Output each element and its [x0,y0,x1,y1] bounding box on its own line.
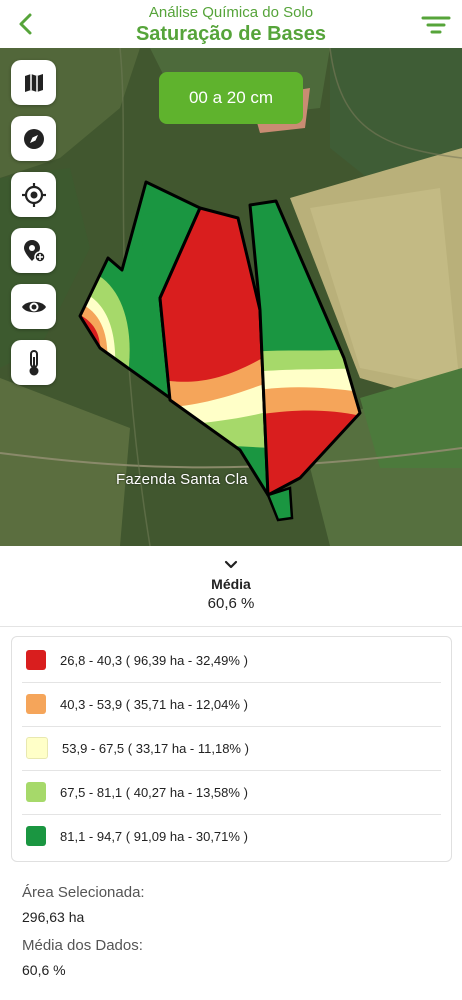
filter-menu-icon [421,16,451,34]
compass-button[interactable] [11,116,56,161]
map-layers-button[interactable] [11,60,56,105]
legend-swatch [26,694,46,714]
chevron-left-icon [19,13,32,35]
compass-icon [23,128,44,149]
legend-swatch [26,826,46,846]
legend-text: 67,5 - 81,1 ( 40,27 ha - 13,58% ) [60,784,248,800]
legend-item[interactable]: 40,3 - 53,9 ( 35,71 ha - 12,04% ) [22,682,441,727]
title-block: Análise Química do Solo Saturação de Bas… [60,4,402,46]
map-icon [24,73,43,92]
depth-selector-button[interactable]: 00 a 20 cm [159,72,303,124]
crosshair-icon [21,182,46,207]
legend-item[interactable]: 26,8 - 40,3 ( 96,39 ha - 32,49% ) [22,638,441,683]
legend-text: 53,9 - 67,5 ( 33,17 ha - 11,18% ) [62,740,249,756]
chevron-down-icon [224,560,238,569]
legend-swatch [26,737,48,759]
temperature-button[interactable] [11,340,56,385]
filter-menu-button[interactable] [420,10,452,38]
legend-swatch [26,782,46,802]
average-value: 60,6 % [207,595,255,612]
selected-area-label: Área Selecionada: [22,884,145,901]
legend-item[interactable]: 67,5 - 81,1 ( 40,27 ha - 13,58% ) [22,770,441,815]
page-subtitle: Análise Química do Solo [148,4,314,21]
app-header: Análise Química do Solo Saturação de Bas… [0,0,462,48]
eye-icon [21,301,46,312]
data-mean-label: Média dos Dados: [22,937,143,954]
average-label: Média [211,576,251,592]
legend-text: 40,3 - 53,9 ( 35,71 ha - 12,04% ) [60,696,248,712]
legend-text: 81,1 - 94,7 ( 91,09 ha - 30,71% ) [60,828,248,844]
selected-area-value: 296,63 ha [22,909,85,925]
back-button[interactable] [12,8,40,40]
data-mean-value: 60,6 % [22,962,66,978]
page-title: Saturação de Bases [135,23,327,45]
thermometer-icon [29,349,38,375]
legend-item[interactable]: 81,1 - 94,7 ( 91,09 ha - 30,71% ) [22,814,441,858]
legend-item[interactable]: 53,9 - 67,5 ( 33,17 ha - 11,18% ) [22,726,441,771]
visibility-button[interactable] [11,284,56,329]
collapse-toggle[interactable] [221,558,241,572]
average-summary: Média 60,6 % [0,546,462,627]
legend-swatch [26,650,46,670]
satellite-map[interactable]: 00 a 20 cm Fazenda Santa Cla [0,48,462,546]
legend-panel: 26,8 - 40,3 ( 96,39 ha - 32,49% ) 40,3 -… [11,636,452,862]
add-location-button[interactable] [11,228,56,273]
pin-add-icon [23,239,46,263]
farm-label: Fazenda Santa Cla [116,471,248,488]
legend-text: 26,8 - 40,3 ( 96,39 ha - 32,49% ) [60,652,248,668]
locate-button[interactable] [11,172,56,217]
